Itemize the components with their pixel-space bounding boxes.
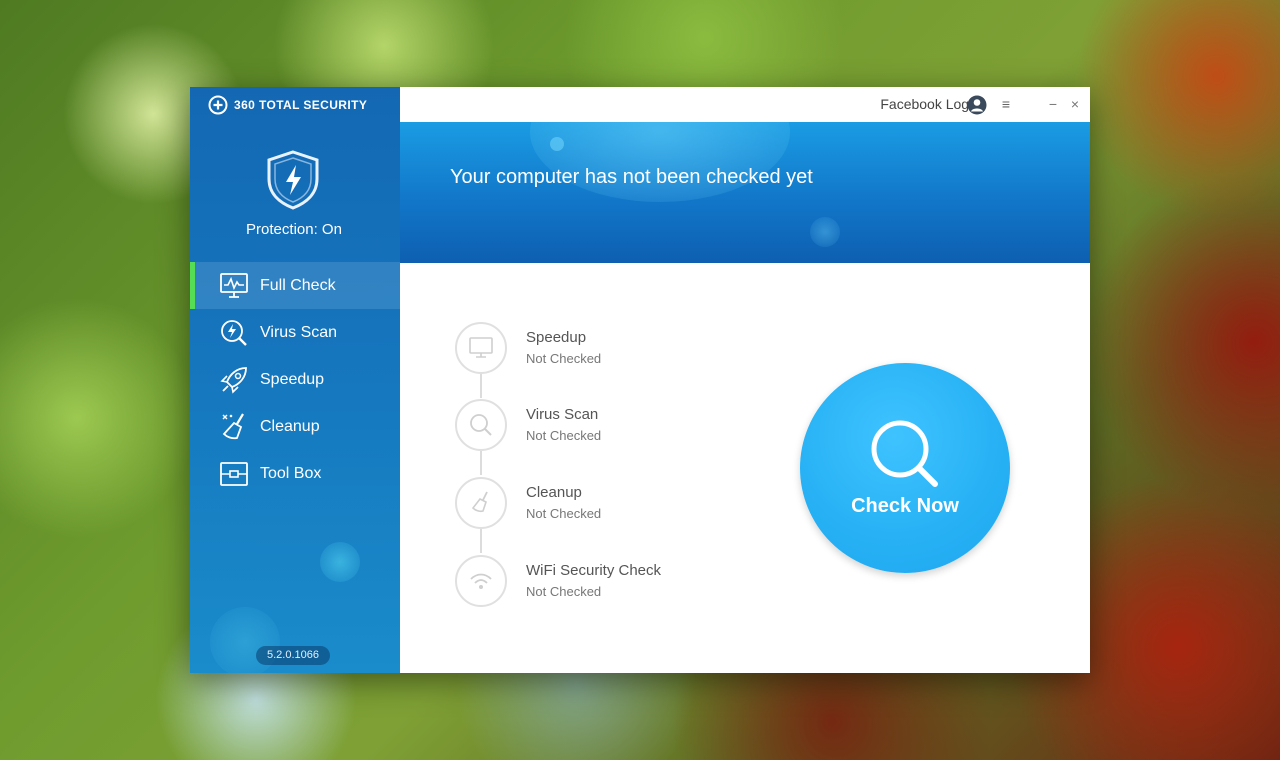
check-now-label: Check Now (851, 495, 959, 517)
sidebar-item-label: Tool Box (260, 464, 322, 482)
brand-name: 360 TOTAL SECURITY (234, 98, 368, 112)
menu-icon[interactable]: ≡ (998, 95, 1014, 113)
search-icon (871, 420, 938, 487)
banner-glow (530, 122, 790, 202)
banner-message: Your computer has not been checked yet (450, 166, 813, 188)
check-item-speedup: Speedup Not Checked (455, 322, 755, 374)
facebook-login-link[interactable]: Facebook Login (880, 87, 980, 122)
check-name: WiFi Security Check (526, 562, 662, 579)
lightning-search-icon (218, 318, 250, 348)
shield-lightning-icon (267, 150, 318, 210)
close-button[interactable]: × (1068, 95, 1082, 113)
banner-glow (810, 217, 840, 247)
check-item-cleanup: Cleanup Not Checked (455, 477, 755, 529)
app-window: 360 TOTAL SECURITY Protection: On Full C… (190, 87, 1090, 673)
main-panel: Facebook Login ≡ − × Your computer has n… (400, 87, 1090, 673)
logo-plus-icon (208, 95, 228, 115)
decorative-bubble (320, 542, 360, 582)
check-status: Not Checked (526, 584, 602, 599)
sidebar-item-full-check[interactable]: Full Check (190, 262, 400, 309)
status-banner: Your computer has not been checked yet (400, 122, 1090, 263)
broom-icon (218, 412, 250, 442)
check-status: Not Checked (526, 351, 602, 366)
wifi-icon (455, 555, 507, 607)
monitor-icon (455, 322, 507, 374)
sidebar-item-label: Cleanup (260, 417, 320, 435)
check-list: Speedup Not Checked Virus Scan Not Check… (455, 322, 755, 612)
sidebar-item-label: Full Check (260, 276, 336, 294)
broom-icon (455, 477, 507, 529)
check-status: Not Checked (526, 428, 602, 443)
title-bar: Facebook Login ≡ − × (400, 87, 1090, 122)
sidebar-item-label: Virus Scan (260, 323, 338, 341)
check-status: Not Checked (526, 506, 602, 521)
shield-status (190, 149, 395, 216)
check-item-virus-scan: Virus Scan Not Checked (455, 399, 755, 451)
check-item-wifi-security: WiFi Security Check Not Checked (455, 555, 755, 607)
check-name: Cleanup (526, 484, 582, 501)
sidebar-item-tool-box[interactable]: Tool Box (190, 450, 400, 497)
connector-line (480, 527, 482, 553)
monitor-chart-icon (218, 271, 250, 301)
sidebar-item-virus-scan[interactable]: Virus Scan (190, 309, 400, 356)
sidebar-nav: Full Check Virus Scan Speedup Cleanup To… (190, 262, 400, 497)
minimize-button[interactable]: − (1046, 95, 1060, 113)
rocket-icon (218, 365, 250, 395)
version-badge: 5.2.0.1066 (256, 646, 330, 665)
check-now-button[interactable]: Check Now (800, 363, 1010, 573)
brand-logo: 360 TOTAL SECURITY (208, 95, 367, 115)
search-icon (455, 399, 507, 451)
check-name: Virus Scan (526, 406, 599, 423)
connector-line (480, 372, 482, 398)
sidebar-item-cleanup[interactable]: Cleanup (190, 403, 400, 450)
sidebar: 360 TOTAL SECURITY Protection: On Full C… (190, 87, 400, 673)
user-avatar-icon[interactable] (967, 95, 987, 115)
banner-glow (550, 137, 564, 151)
sidebar-item-label: Speedup (260, 370, 325, 388)
check-name: Speedup (526, 329, 587, 346)
sidebar-item-speedup[interactable]: Speedup (190, 356, 400, 403)
protection-status: Protection: On (246, 221, 342, 238)
toolbox-icon (218, 459, 250, 489)
connector-line (480, 449, 482, 475)
